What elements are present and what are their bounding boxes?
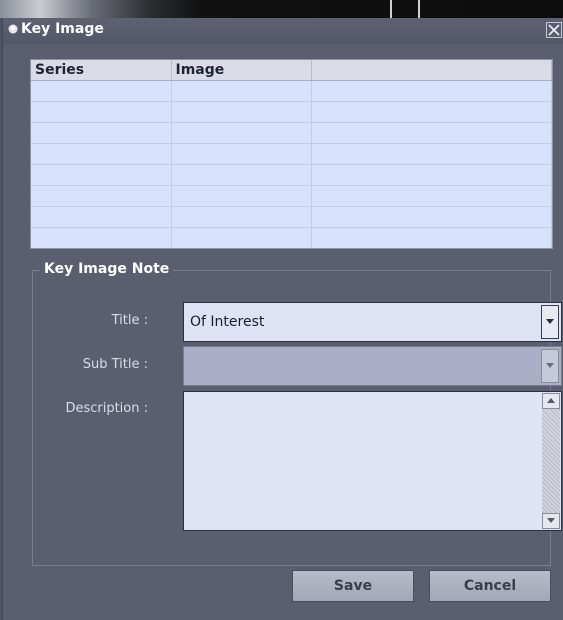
table-cell bbox=[311, 122, 552, 144]
table-cell bbox=[311, 143, 552, 165]
key-image-note-group: Key Image Note Title : Of Interest Sub T… bbox=[32, 261, 562, 566]
table-row[interactable] bbox=[31, 206, 552, 228]
table-cell bbox=[171, 80, 312, 102]
chevron-down-icon bbox=[546, 319, 554, 324]
table-cell bbox=[171, 227, 312, 248]
chevron-down-icon bbox=[546, 363, 554, 368]
scroll-up-button[interactable] bbox=[542, 393, 560, 409]
close-button[interactable] bbox=[546, 22, 562, 38]
table-cell bbox=[171, 101, 312, 123]
description-textarea[interactable] bbox=[183, 391, 562, 531]
save-button[interactable]: Save bbox=[292, 570, 414, 602]
table-cell bbox=[31, 206, 172, 228]
column-header-image[interactable]: Image bbox=[171, 60, 312, 81]
table-cell bbox=[171, 164, 312, 186]
scroll-up-icon bbox=[547, 398, 555, 403]
table-cell bbox=[31, 80, 172, 102]
table-cell bbox=[31, 101, 172, 123]
table-cell bbox=[311, 164, 552, 186]
table-cell bbox=[31, 164, 172, 186]
title-value: Of Interest bbox=[190, 314, 265, 330]
background-image-strip bbox=[0, 0, 563, 18]
subtitle-label: Sub Title : bbox=[82, 357, 148, 372]
table-cell bbox=[31, 143, 172, 165]
subtitle-dropdown[interactable] bbox=[183, 346, 562, 386]
scroll-down-icon bbox=[547, 518, 555, 523]
group-legend: Key Image Note bbox=[40, 261, 174, 277]
table-cell bbox=[31, 185, 172, 207]
subtitle-dropdown-button[interactable] bbox=[541, 349, 559, 383]
table-cell bbox=[31, 122, 172, 144]
table-row[interactable] bbox=[31, 227, 552, 248]
table-row[interactable] bbox=[31, 80, 552, 102]
column-header-series[interactable]: Series bbox=[31, 60, 172, 81]
table-cell bbox=[171, 185, 312, 207]
description-label: Description : bbox=[65, 401, 148, 416]
table-cell bbox=[171, 143, 312, 165]
table-row[interactable] bbox=[31, 164, 552, 186]
description-scrollbar[interactable] bbox=[542, 393, 560, 529]
title-label: Title : bbox=[111, 313, 148, 328]
table-cell bbox=[311, 206, 552, 228]
table-cell bbox=[31, 227, 172, 248]
table-cell bbox=[171, 122, 312, 144]
table-header-row: Series Image bbox=[31, 60, 552, 81]
title-dropdown-button[interactable] bbox=[541, 305, 559, 339]
background-line bbox=[390, 0, 392, 18]
background-line bbox=[418, 0, 420, 18]
close-icon bbox=[548, 24, 560, 36]
table-row[interactable] bbox=[31, 143, 552, 165]
title-dropdown[interactable]: Of Interest bbox=[183, 302, 562, 342]
key-image-table[interactable]: Series Image bbox=[30, 59, 553, 249]
key-image-dialog: Key Image Series Image Key Image Note Ti… bbox=[2, 18, 563, 620]
table-cell bbox=[311, 80, 552, 102]
cancel-button[interactable]: Cancel bbox=[429, 570, 551, 602]
table-row[interactable] bbox=[31, 122, 552, 144]
table-cell bbox=[311, 227, 552, 248]
table-cell bbox=[311, 185, 552, 207]
scroll-down-button[interactable] bbox=[542, 513, 560, 529]
circle-bullet-icon bbox=[8, 24, 18, 34]
table-row[interactable] bbox=[31, 101, 552, 123]
column-header-empty[interactable] bbox=[311, 60, 552, 81]
window-title: Key Image bbox=[21, 21, 104, 37]
table-row[interactable] bbox=[31, 185, 552, 207]
table-cell bbox=[311, 101, 552, 123]
title-bar[interactable]: Key Image bbox=[3, 18, 563, 44]
table-cell bbox=[171, 206, 312, 228]
